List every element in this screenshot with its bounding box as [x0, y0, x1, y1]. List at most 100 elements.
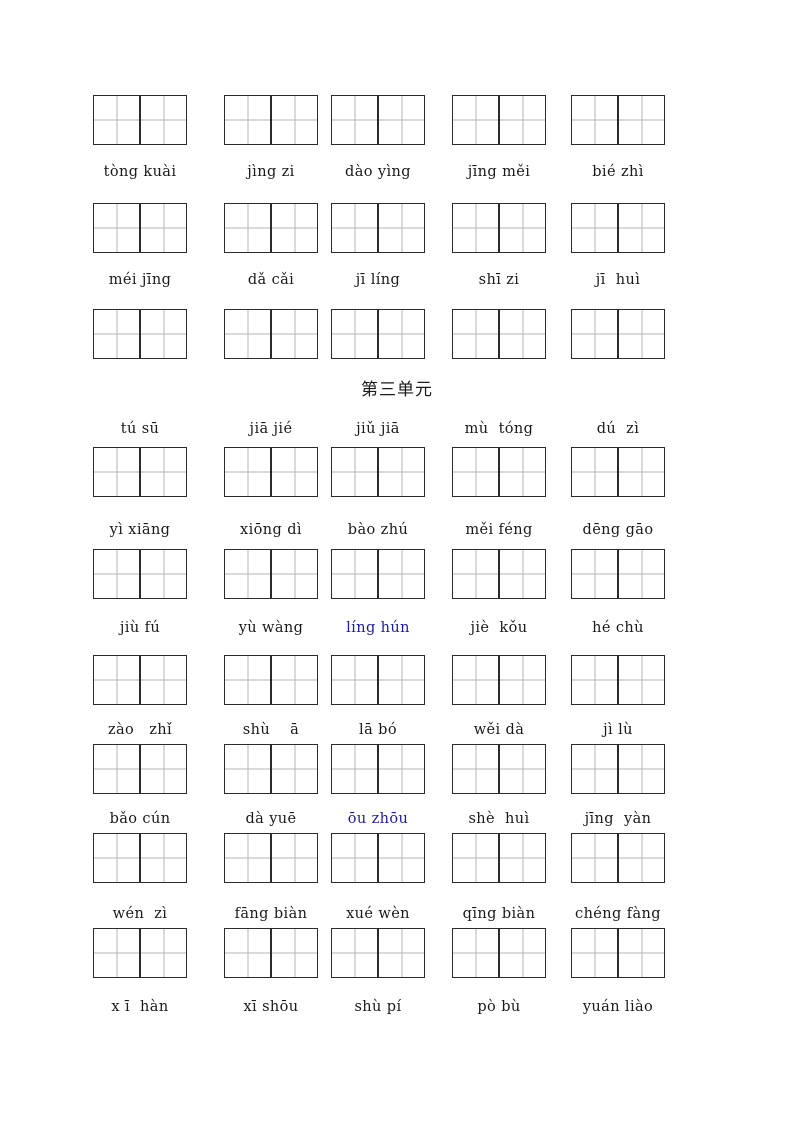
writing-box[interactable] — [93, 549, 187, 599]
character-cell[interactable] — [499, 655, 546, 705]
writing-box[interactable] — [224, 203, 318, 253]
character-cell[interactable] — [378, 833, 425, 883]
character-cell[interactable] — [499, 833, 546, 883]
writing-box[interactable] — [331, 203, 425, 253]
character-cell[interactable] — [93, 655, 140, 705]
writing-box[interactable] — [93, 95, 187, 145]
character-cell[interactable] — [618, 655, 665, 705]
character-cell[interactable] — [378, 549, 425, 599]
character-cell[interactable] — [571, 833, 618, 883]
writing-box[interactable] — [452, 203, 546, 253]
character-cell[interactable] — [452, 744, 499, 794]
writing-box[interactable] — [571, 655, 665, 705]
writing-box[interactable] — [93, 928, 187, 978]
character-cell[interactable] — [271, 95, 318, 145]
character-cell[interactable] — [499, 95, 546, 145]
character-cell[interactable] — [452, 309, 499, 359]
writing-box[interactable] — [452, 95, 546, 145]
character-cell[interactable] — [331, 447, 378, 497]
character-cell[interactable] — [224, 744, 271, 794]
character-cell[interactable] — [618, 928, 665, 978]
character-cell[interactable] — [140, 928, 187, 978]
character-cell[interactable] — [140, 95, 187, 145]
character-cell[interactable] — [140, 833, 187, 883]
character-cell[interactable] — [271, 203, 318, 253]
character-cell[interactable] — [571, 744, 618, 794]
writing-box[interactable] — [93, 309, 187, 359]
writing-box[interactable] — [571, 549, 665, 599]
character-cell[interactable] — [499, 744, 546, 794]
character-cell[interactable] — [499, 549, 546, 599]
character-cell[interactable] — [271, 549, 318, 599]
character-cell[interactable] — [93, 447, 140, 497]
character-cell[interactable] — [499, 309, 546, 359]
writing-box[interactable] — [571, 447, 665, 497]
character-cell[interactable] — [571, 928, 618, 978]
writing-box[interactable] — [224, 95, 318, 145]
character-cell[interactable] — [378, 744, 425, 794]
writing-box[interactable] — [571, 95, 665, 145]
character-cell[interactable] — [571, 655, 618, 705]
writing-box[interactable] — [452, 549, 546, 599]
writing-box[interactable] — [93, 447, 187, 497]
character-cell[interactable] — [93, 309, 140, 359]
character-cell[interactable] — [452, 549, 499, 599]
character-cell[interactable] — [224, 203, 271, 253]
character-cell[interactable] — [571, 203, 618, 253]
writing-box[interactable] — [224, 655, 318, 705]
character-cell[interactable] — [93, 549, 140, 599]
writing-box[interactable] — [331, 655, 425, 705]
character-cell[interactable] — [378, 309, 425, 359]
character-cell[interactable] — [331, 309, 378, 359]
writing-box[interactable] — [571, 928, 665, 978]
character-cell[interactable] — [224, 833, 271, 883]
writing-box[interactable] — [224, 744, 318, 794]
character-cell[interactable] — [271, 744, 318, 794]
writing-box[interactable] — [93, 203, 187, 253]
writing-box[interactable] — [224, 928, 318, 978]
character-cell[interactable] — [331, 203, 378, 253]
writing-box[interactable] — [331, 744, 425, 794]
writing-box[interactable] — [224, 309, 318, 359]
character-cell[interactable] — [378, 203, 425, 253]
character-cell[interactable] — [140, 203, 187, 253]
character-cell[interactable] — [331, 95, 378, 145]
writing-box[interactable] — [452, 447, 546, 497]
character-cell[interactable] — [618, 447, 665, 497]
character-cell[interactable] — [93, 928, 140, 978]
character-cell[interactable] — [331, 744, 378, 794]
character-cell[interactable] — [93, 203, 140, 253]
writing-box[interactable] — [93, 744, 187, 794]
character-cell[interactable] — [618, 309, 665, 359]
character-cell[interactable] — [618, 833, 665, 883]
writing-box[interactable] — [331, 309, 425, 359]
character-cell[interactable] — [140, 447, 187, 497]
character-cell[interactable] — [499, 447, 546, 497]
character-cell[interactable] — [224, 447, 271, 497]
character-cell[interactable] — [140, 655, 187, 705]
writing-box[interactable] — [331, 95, 425, 145]
character-cell[interactable] — [571, 95, 618, 145]
character-cell[interactable] — [331, 655, 378, 705]
character-cell[interactable] — [271, 447, 318, 497]
character-cell[interactable] — [499, 928, 546, 978]
writing-box[interactable] — [224, 833, 318, 883]
writing-box[interactable] — [571, 833, 665, 883]
character-cell[interactable] — [452, 833, 499, 883]
character-cell[interactable] — [331, 928, 378, 978]
character-cell[interactable] — [378, 655, 425, 705]
writing-box[interactable] — [452, 833, 546, 883]
writing-box[interactable] — [452, 928, 546, 978]
writing-box[interactable] — [452, 309, 546, 359]
writing-box[interactable] — [571, 203, 665, 253]
character-cell[interactable] — [224, 549, 271, 599]
writing-box[interactable] — [331, 928, 425, 978]
character-cell[interactable] — [571, 309, 618, 359]
character-cell[interactable] — [93, 744, 140, 794]
character-cell[interactable] — [271, 309, 318, 359]
writing-box[interactable] — [452, 655, 546, 705]
character-cell[interactable] — [331, 549, 378, 599]
writing-box[interactable] — [452, 744, 546, 794]
character-cell[interactable] — [452, 655, 499, 705]
writing-box[interactable] — [331, 549, 425, 599]
